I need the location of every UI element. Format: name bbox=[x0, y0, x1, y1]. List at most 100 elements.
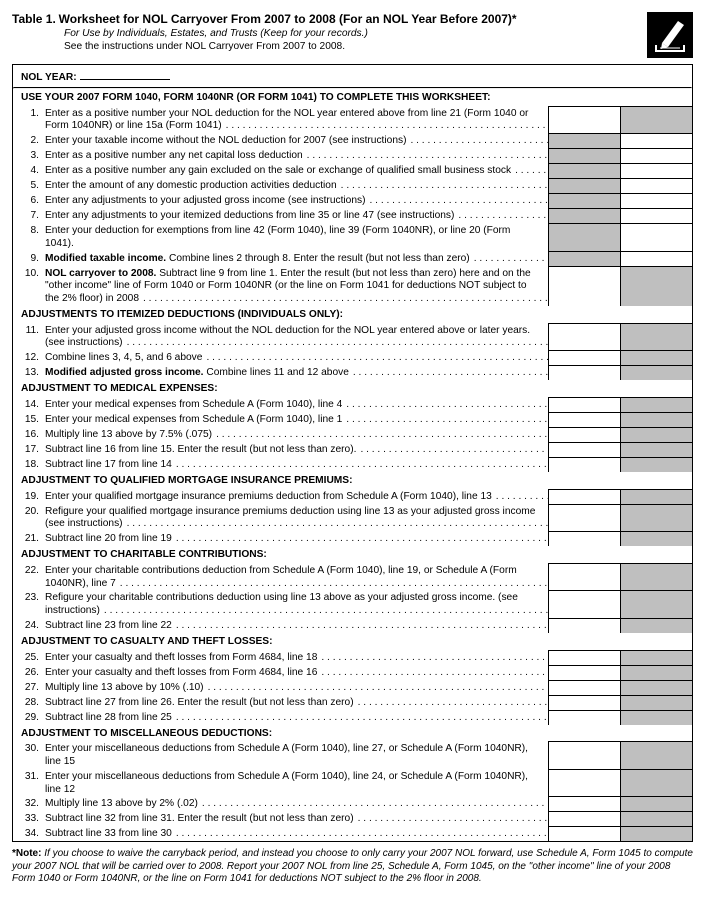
line-number: 10. bbox=[13, 266, 45, 306]
cell-shaded bbox=[620, 457, 692, 472]
adj-charitable-head: ADJUSTMENT TO CHARITABLE CONTRIBUTIONS: bbox=[13, 546, 692, 563]
line-27: 27.Multiply line 13 above by 10% (.10) bbox=[13, 680, 692, 695]
cell-shaded bbox=[548, 163, 620, 178]
line-23: 23.Refigure your charitable contribution… bbox=[13, 590, 692, 618]
amount-cells bbox=[548, 163, 692, 178]
cell-input[interactable] bbox=[548, 412, 620, 427]
cell-input[interactable] bbox=[620, 193, 692, 208]
line-number: 18. bbox=[13, 457, 45, 472]
amount-cells bbox=[548, 193, 692, 208]
line-text: Enter any adjustments to your itemized d… bbox=[45, 208, 548, 223]
cell-input[interactable] bbox=[548, 531, 620, 546]
line-text: Enter your qualified mortgage insurance … bbox=[45, 489, 548, 504]
amount-cells bbox=[548, 811, 692, 826]
cell-input[interactable] bbox=[548, 618, 620, 633]
line-24: 24.Subtract line 23 from line 22 bbox=[13, 618, 692, 633]
line-text: Multiply line 13 above by 2% (.02) bbox=[45, 796, 548, 811]
line-number: 28. bbox=[13, 695, 45, 710]
cell-shaded bbox=[620, 504, 692, 532]
line-text: Enter your miscellaneous deductions from… bbox=[45, 741, 548, 769]
cell-input[interactable] bbox=[548, 680, 620, 695]
line-number: 8. bbox=[13, 223, 45, 251]
cell-input[interactable] bbox=[548, 590, 620, 618]
cell-input[interactable] bbox=[548, 796, 620, 811]
line-16: 16.Multiply line 13 above by 7.5% (.075) bbox=[13, 427, 692, 442]
cell-shaded bbox=[620, 323, 692, 351]
footnote: *Note: If you choose to waive the carryb… bbox=[12, 848, 693, 886]
line-number: 1. bbox=[13, 106, 45, 134]
cell-shaded bbox=[620, 442, 692, 457]
line-text: Modified adjusted gross income. Combine … bbox=[45, 365, 548, 380]
line-21: 21.Subtract line 20 from line 19 bbox=[13, 531, 692, 546]
amount-cells bbox=[548, 563, 692, 591]
cell-input[interactable] bbox=[548, 695, 620, 710]
adj-casualty-head: ADJUSTMENT TO CASUALTY AND THEFT LOSSES: bbox=[13, 633, 692, 650]
cell-input[interactable] bbox=[548, 811, 620, 826]
line-17: 17.Subtract line 16 from line 15. Enter … bbox=[13, 442, 692, 457]
cell-input[interactable] bbox=[548, 563, 620, 591]
cell-input[interactable] bbox=[620, 133, 692, 148]
cell-input[interactable] bbox=[548, 457, 620, 472]
cell-input[interactable] bbox=[548, 665, 620, 680]
line-number: 9. bbox=[13, 251, 45, 266]
cell-input[interactable] bbox=[620, 178, 692, 193]
amount-cells bbox=[548, 251, 692, 266]
use-heading: USE YOUR 2007 FORM 1040, FORM 1040NR (OR… bbox=[13, 89, 692, 106]
amount-cells bbox=[548, 323, 692, 351]
cell-input[interactable] bbox=[548, 350, 620, 365]
adj-itemized-head: ADJUSTMENTS TO ITEMIZED DEDUCTIONS (INDI… bbox=[13, 306, 692, 323]
line-number: 6. bbox=[13, 193, 45, 208]
line-text: Enter the amount of any domestic product… bbox=[45, 178, 548, 193]
cell-input[interactable] bbox=[548, 442, 620, 457]
amount-cells bbox=[548, 665, 692, 680]
cell-input[interactable] bbox=[548, 504, 620, 532]
line-number: 19. bbox=[13, 489, 45, 504]
amount-cells bbox=[548, 741, 692, 769]
cell-input[interactable] bbox=[548, 106, 620, 134]
cell-input[interactable] bbox=[548, 769, 620, 797]
line-text: Enter your charitable contributions dedu… bbox=[45, 563, 548, 591]
cell-input[interactable] bbox=[548, 741, 620, 769]
cell-input[interactable] bbox=[620, 163, 692, 178]
line-number: 7. bbox=[13, 208, 45, 223]
cell-input[interactable] bbox=[548, 489, 620, 504]
line-number: 14. bbox=[13, 397, 45, 412]
cell-input[interactable] bbox=[620, 223, 692, 251]
nol-year-input[interactable] bbox=[80, 69, 170, 80]
line-text: Enter your medical expenses from Schedul… bbox=[45, 412, 548, 427]
line-text: Multiply line 13 above by 10% (.10) bbox=[45, 680, 548, 695]
line-32: 32.Multiply line 13 above by 2% (.02) bbox=[13, 796, 692, 811]
adj-misc-head: ADJUSTMENT TO MISCELLANEOUS DEDUCTIONS: bbox=[13, 725, 692, 742]
cell-input[interactable] bbox=[548, 266, 620, 306]
amount-cells bbox=[548, 365, 692, 380]
cell-shaded bbox=[620, 826, 692, 841]
cell-input[interactable] bbox=[548, 710, 620, 725]
line-number: 30. bbox=[13, 741, 45, 769]
cell-input[interactable] bbox=[548, 365, 620, 380]
cell-shaded bbox=[620, 680, 692, 695]
cell-input[interactable] bbox=[620, 251, 692, 266]
line-9: 9.Modified taxable income. Combine lines… bbox=[13, 251, 692, 266]
line-text: Enter as a positive number any net capit… bbox=[45, 148, 548, 163]
cell-shaded bbox=[620, 365, 692, 380]
line-text: Refigure your qualified mortgage insuran… bbox=[45, 504, 548, 532]
cell-shaded bbox=[548, 178, 620, 193]
line-number: 24. bbox=[13, 618, 45, 633]
subtitle-2: See the instructions under NOL Carryover… bbox=[64, 41, 647, 54]
cell-shaded bbox=[620, 710, 692, 725]
cell-input[interactable] bbox=[620, 148, 692, 163]
cell-input[interactable] bbox=[548, 650, 620, 665]
line-3: 3.Enter as a positive number any net cap… bbox=[13, 148, 692, 163]
line-text: Enter your taxable income without the NO… bbox=[45, 133, 548, 148]
cell-input[interactable] bbox=[548, 427, 620, 442]
cell-input[interactable] bbox=[620, 208, 692, 223]
cell-shaded bbox=[548, 193, 620, 208]
line-text: Subtract line 28 from line 25 bbox=[45, 710, 548, 725]
amount-cells bbox=[548, 531, 692, 546]
header: Table 1. Worksheet for NOL Carryover Fro… bbox=[12, 12, 693, 58]
line-14: 14.Enter your medical expenses from Sche… bbox=[13, 397, 692, 412]
cell-input[interactable] bbox=[548, 826, 620, 841]
cell-input[interactable] bbox=[548, 323, 620, 351]
cell-input[interactable] bbox=[548, 397, 620, 412]
cell-shaded bbox=[620, 695, 692, 710]
